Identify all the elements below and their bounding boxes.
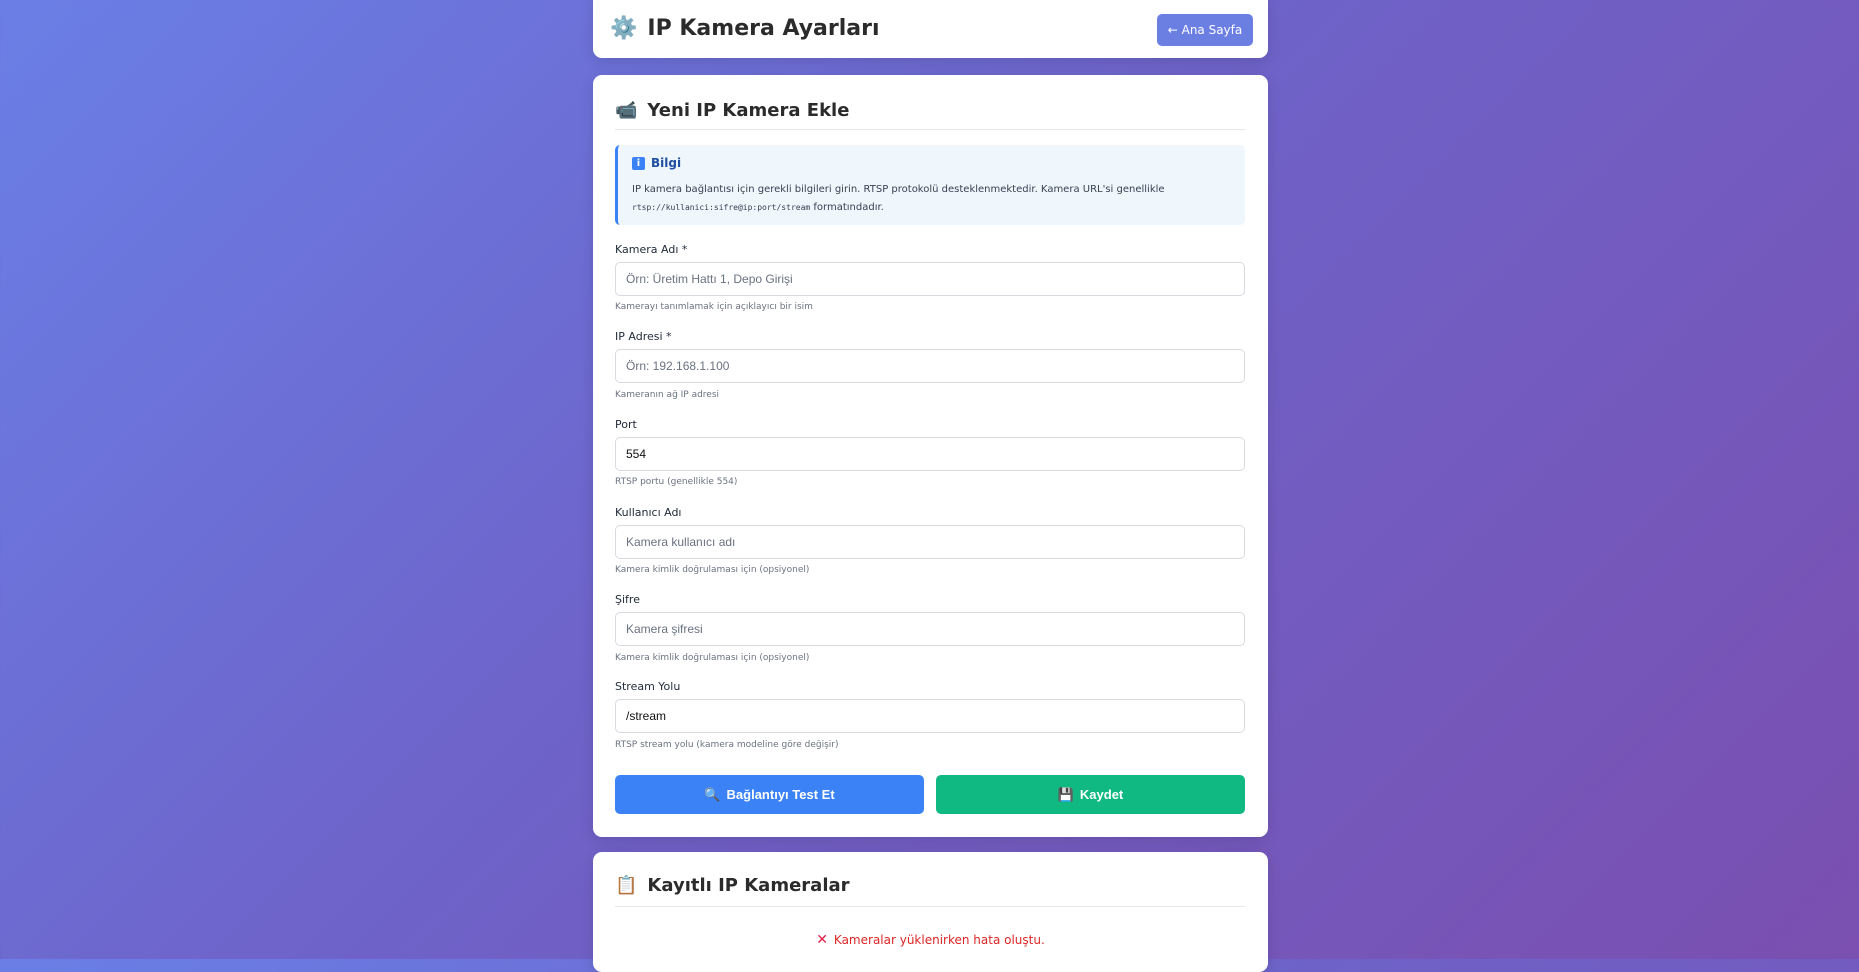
page-title: ⚙️ IP Kamera Ayarları — [610, 16, 880, 41]
camera-name-input[interactable] — [615, 262, 1245, 296]
ip-address-hint: Kameranın ağ IP adresi — [615, 390, 720, 400]
camera-icon: 📹 — [615, 100, 638, 121]
save-label: Kaydet — [1079, 787, 1124, 802]
gear-icon: ⚙️ — [610, 16, 638, 41]
port-label: Port — [615, 418, 637, 431]
add-camera-title: 📹 Yeni IP Kamera Ekle — [615, 100, 849, 121]
info-title-text: Bilgi — [651, 156, 682, 170]
ip-address-label: IP Adresi * — [615, 330, 672, 343]
stream-path-label: Stream Yolu — [615, 680, 681, 693]
clipboard-icon: 📋 — [615, 875, 638, 896]
add-camera-card: 📹 Yeni IP Kamera Ekle i Bilgi IP kamera … — [593, 75, 1268, 837]
error-text: Kameralar yüklenirken hata oluştu. — [833, 933, 1045, 947]
username-input[interactable] — [615, 525, 1245, 559]
error-message: ✕ Kameralar yüklenirken hata oluştu. — [593, 932, 1268, 948]
home-button[interactable]: ← Ana Sayfa — [1157, 14, 1253, 46]
add-camera-title-text: Yeni IP Kamera Ekle — [647, 100, 850, 121]
info-text: IP kamera bağlantısı için gerekli bilgil… — [632, 181, 1231, 217]
camera-list-title: 📋 Kayıtlı IP Kameralar — [615, 875, 850, 896]
save-button[interactable]: 💾 Kaydet — [936, 775, 1245, 814]
port-hint: RTSP portu (genellikle 554) — [615, 477, 738, 487]
info-title: i Bilgi — [632, 156, 1231, 170]
page-header: ⚙️ IP Kamera Ayarları ← Ana Sayfa — [593, 0, 1268, 58]
camera-list-card: 📋 Kayıtlı IP Kameralar ✕ Kameralar yükle… — [593, 852, 1268, 972]
password-input[interactable] — [615, 612, 1245, 646]
camera-list-title-text: Kayıtlı IP Kameralar — [647, 875, 850, 896]
info-text-after: formatındadır. — [813, 202, 884, 213]
test-connection-label: Bağlantıyı Test Et — [726, 787, 835, 802]
info-box: i Bilgi IP kamera bağlantısı için gerekl… — [615, 145, 1245, 225]
page-title-text: IP Kamera Ayarları — [647, 16, 880, 41]
port-input[interactable] — [615, 437, 1245, 471]
stream-path-hint: RTSP stream yolu (kamera modeline göre d… — [615, 740, 839, 750]
password-hint: Kamera kimlik doğrulaması için (opsiyone… — [615, 653, 810, 663]
magnifier-icon: 🔍 — [704, 786, 721, 802]
username-hint: Kamera kimlik doğrulaması için (opsiyone… — [615, 565, 810, 575]
section-divider — [615, 129, 1245, 130]
info-icon: i — [632, 156, 645, 170]
test-connection-button[interactable]: 🔍 Bağlantıyı Test Et — [615, 775, 924, 814]
info-code: rtsp://kullanici:sifre@ip:port/stream — [632, 203, 811, 212]
camera-name-label: Kamera Adı * — [615, 243, 688, 256]
stream-path-input[interactable] — [615, 699, 1245, 733]
x-icon: ✕ — [816, 932, 828, 948]
password-label: Şifre — [615, 593, 640, 606]
section-divider — [615, 906, 1245, 907]
camera-name-hint: Kamerayı tanımlamak için açıklayıcı bir … — [615, 302, 813, 312]
ip-address-input[interactable] — [615, 349, 1245, 383]
username-label: Kullanıcı Adı — [615, 506, 682, 519]
info-text-before: IP kamera bağlantısı için gerekli bilgil… — [632, 184, 1165, 195]
floppy-disk-icon: 💾 — [1057, 786, 1074, 802]
